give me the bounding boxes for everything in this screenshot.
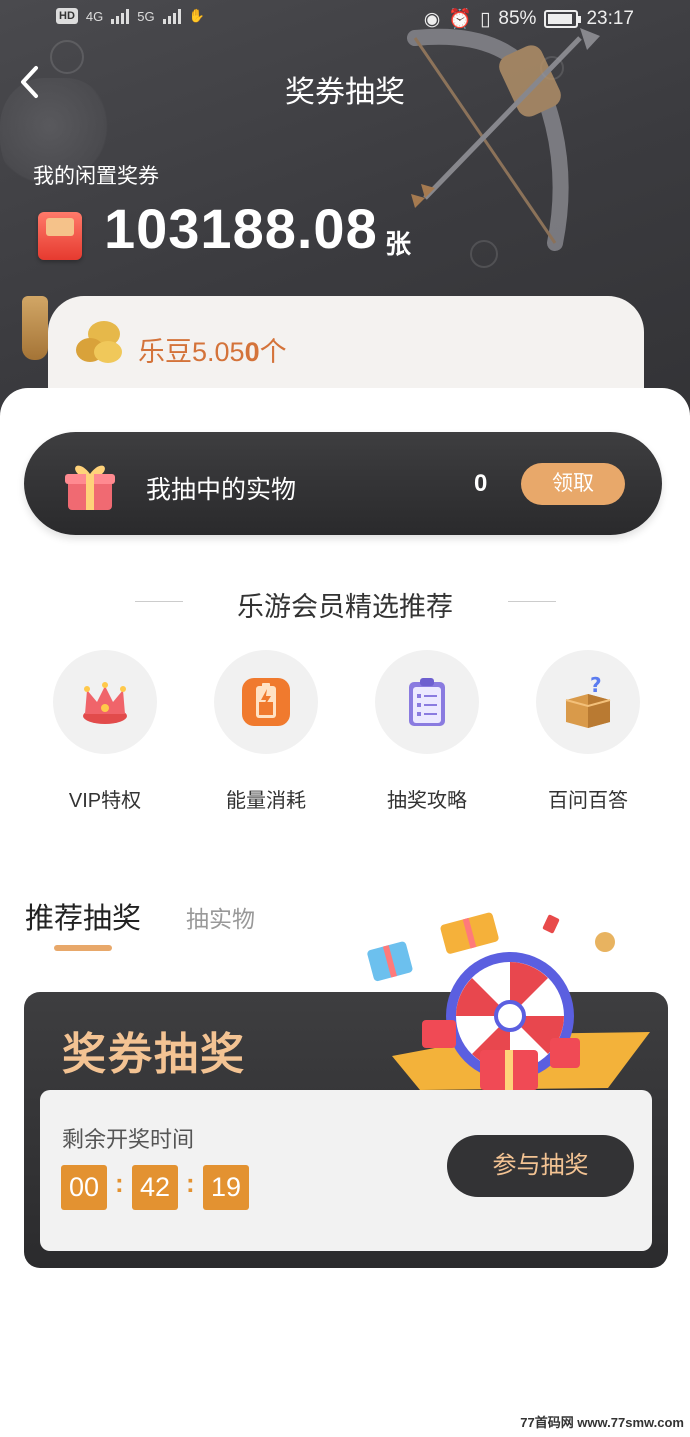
bow-arrow-decoration xyxy=(407,28,600,251)
quick-item-vip[interactable]: VIP特权 xyxy=(53,650,157,813)
status-left: HD 4G 5G ✋ xyxy=(56,8,205,24)
voucher-ticket-icon xyxy=(38,212,82,260)
quick-item-circle xyxy=(53,650,157,754)
remaining-time-label: 剩余开奖时间 xyxy=(62,1127,195,1152)
status-bar: HD 4G 5G ✋ ◉ ⏰ ▯ 85% 23:17 xyxy=(0,0,690,38)
vibrate-icon: ▯ xyxy=(479,8,491,30)
ledou-prefix: 乐豆5.05 xyxy=(138,337,245,367)
tab-physical-lottery[interactable]: 抽实物 xyxy=(186,900,255,934)
my-prizes-count: 0 xyxy=(474,470,488,497)
ledou-bold-digit: 0 xyxy=(244,337,260,367)
quick-item-circle xyxy=(375,650,479,754)
signal-icon xyxy=(111,8,130,24)
quick-item-faq[interactable]: ? 百问百答 xyxy=(536,650,640,813)
crown-icon xyxy=(83,682,127,724)
quick-item-circle xyxy=(214,650,318,754)
voucher-amount: 103188.08 xyxy=(104,197,378,260)
svg-text:?: ? xyxy=(590,674,602,697)
my-prizes-label: 我抽中的实物 xyxy=(146,476,297,504)
countdown-hours: 00 xyxy=(61,1165,107,1210)
gift-box-icon xyxy=(65,465,115,510)
battery-icon xyxy=(242,678,290,726)
trophy-decoration xyxy=(22,296,48,360)
signal-icon xyxy=(162,8,181,24)
notification-icon: ✋ xyxy=(188,8,205,23)
voucher-label: 我的闲置奖券 xyxy=(33,165,159,188)
watermark: 77首码网 www.77smw.com xyxy=(520,1415,684,1430)
countdown-separator: : xyxy=(115,1168,124,1198)
prize-wheel-illustration xyxy=(367,912,650,1090)
ledou-balance: 乐豆5.050个 xyxy=(138,330,287,369)
countdown-minutes: 42 xyxy=(132,1165,178,1210)
countdown-seconds: 19 xyxy=(203,1165,249,1210)
quick-item-label: 抽奖攻略 xyxy=(387,790,467,812)
network-5g-label: 5G xyxy=(137,8,155,24)
bean-coin-icon xyxy=(76,321,122,363)
battery-icon xyxy=(544,10,582,28)
page-title: 奖券抽奖 xyxy=(285,76,405,109)
hd-badge: HD xyxy=(56,8,78,24)
tab-recommend-lottery[interactable]: 推荐抽奖 xyxy=(25,895,141,937)
eye-icon: ◉ xyxy=(423,8,441,30)
claim-button[interactable]: 领取 xyxy=(521,463,625,505)
alarm-icon: ⏰ xyxy=(448,9,472,30)
network-4g-label: 4G xyxy=(85,8,104,24)
clipboard-icon xyxy=(409,678,445,726)
quick-item-energy[interactable]: 能量消耗 xyxy=(214,650,318,813)
quick-item-label: VIP特权 xyxy=(68,790,142,812)
lottery-title: 奖券抽奖 xyxy=(62,1030,246,1079)
section-divider-right xyxy=(508,601,556,602)
battery-percent: 85% xyxy=(498,8,537,29)
countdown-separator: : xyxy=(186,1168,195,1198)
ledou-suffix: 个 xyxy=(259,337,287,367)
voucher-unit: 张 xyxy=(385,229,412,259)
recommend-section-title: 乐游会员精选推荐 xyxy=(237,592,453,622)
tab-indicator xyxy=(54,945,112,951)
quick-item-circle: ? xyxy=(536,650,640,754)
question-box-icon: ? xyxy=(565,674,611,728)
join-lottery-button[interactable]: 参与抽奖 xyxy=(447,1135,634,1197)
status-right: ◉ ⏰ ▯ 85% 23:17 xyxy=(424,7,634,31)
quick-item-label: 百问百答 xyxy=(548,790,628,812)
clock: 23:17 xyxy=(586,8,634,29)
quick-item-label: 能量消耗 xyxy=(226,790,306,812)
quick-item-guide[interactable]: 抽奖攻略 xyxy=(375,650,479,813)
